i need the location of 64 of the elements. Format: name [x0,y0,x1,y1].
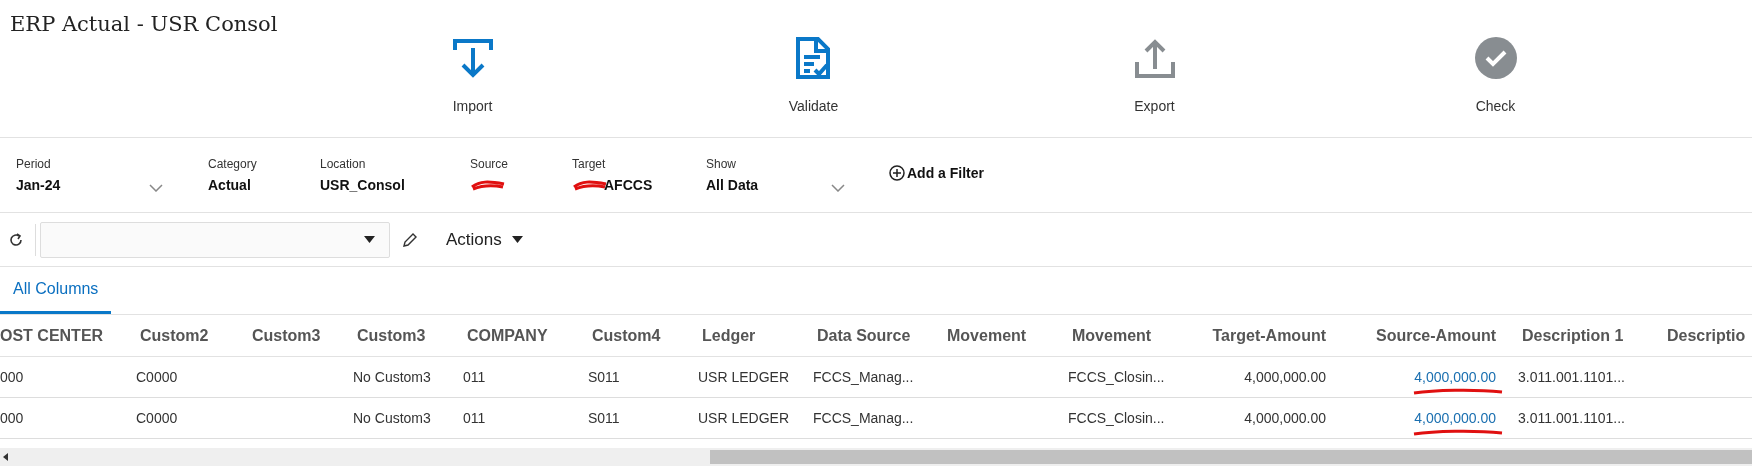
table-cell: C0000 [136,369,178,385]
chevron-down-icon[interactable] [831,183,845,192]
chevron-down-icon[interactable] [149,183,163,192]
actions-menu-button[interactable]: Actions [446,229,523,250]
column-header[interactable]: OST CENTER [0,326,104,344]
check-circle-icon [1474,36,1517,80]
column-header[interactable]: Description 1 [1522,326,1624,344]
filter-value[interactable]: Jan-24 [16,177,61,193]
document-check-icon [795,36,832,80]
filter-label: Period [16,156,52,171]
filter-value[interactable]: USR_Consol [320,177,405,193]
table-cell: C0000 [136,410,178,426]
plus-circle-icon [889,165,905,181]
action-button[interactable]: Validate [729,36,898,114]
column-header[interactable]: Source-Amount [1376,326,1496,344]
column-header[interactable]: Data Source [817,326,911,344]
column-header[interactable]: Custom2 [140,326,209,344]
column-header[interactable]: Descriptio [1667,326,1746,344]
column-header[interactable]: Movement [947,326,1027,344]
table-cell: USR LEDGER [698,410,790,426]
scroll-left-icon[interactable] [3,453,9,461]
table-cell: 000 [0,369,24,385]
filter-value[interactable]: Actual [208,177,251,193]
filter-label: Category [208,156,257,171]
table-cell: S011 [588,410,620,426]
table-cell: USR LEDGER [698,369,790,385]
table-cell: S011 [588,369,620,385]
column-header[interactable]: Custom4 [592,326,661,344]
table-cell: 011 [463,410,486,426]
table-cell: 000 [0,410,24,426]
column-header[interactable]: COMPANY [467,326,548,344]
refresh-icon[interactable] [9,232,23,247]
column-header[interactable]: Movement [1072,326,1152,344]
table-cell: FCCS_Closin... [1068,369,1165,385]
column-header[interactable]: Custom3 [357,326,426,344]
filter-label: Target [572,156,607,171]
action-button[interactable]: Import [388,36,557,114]
filter-value[interactable]: AFCCS [604,177,653,193]
table-cell: 4,000,000.00 [1244,410,1326,426]
page-title: ERP Actual - USR Consol [10,12,278,36]
caret-down-icon [364,236,375,243]
table-cell: No Custom3 [353,369,431,385]
filter-label: Show [706,156,738,171]
caret-down-icon [511,236,523,243]
table-cell: FCCS_Closin... [1068,410,1165,426]
table-cell: No Custom3 [353,410,431,426]
import-icon [452,36,493,80]
column-header[interactable]: Custom3 [252,326,321,344]
table-cell: 3.011.001.1101... [1518,410,1625,426]
amount-link[interactable]: 4,000,000.00 [1414,369,1496,385]
table-cell: 3.011.001.1101... [1518,369,1625,385]
table-cell: 4,000,000.00 [1244,369,1326,385]
amount-link[interactable]: 4,000,000.00 [1414,410,1496,426]
filter-value[interactable]: All Data [706,177,759,193]
add-filter-button[interactable]: Add a Filter [889,165,984,181]
table-cell: 011 [463,369,486,385]
tab[interactable]: All Columns [0,276,112,314]
column-header[interactable]: Target-Amount [1212,326,1326,344]
column-header[interactable]: Ledger [702,326,756,344]
table-cell: FCCS_Manag... [813,369,914,385]
pencil-icon[interactable] [402,231,418,248]
filter-label: Source [470,156,509,171]
table-cell: FCCS_Manag... [813,410,914,426]
filter-label: Location [320,156,367,171]
